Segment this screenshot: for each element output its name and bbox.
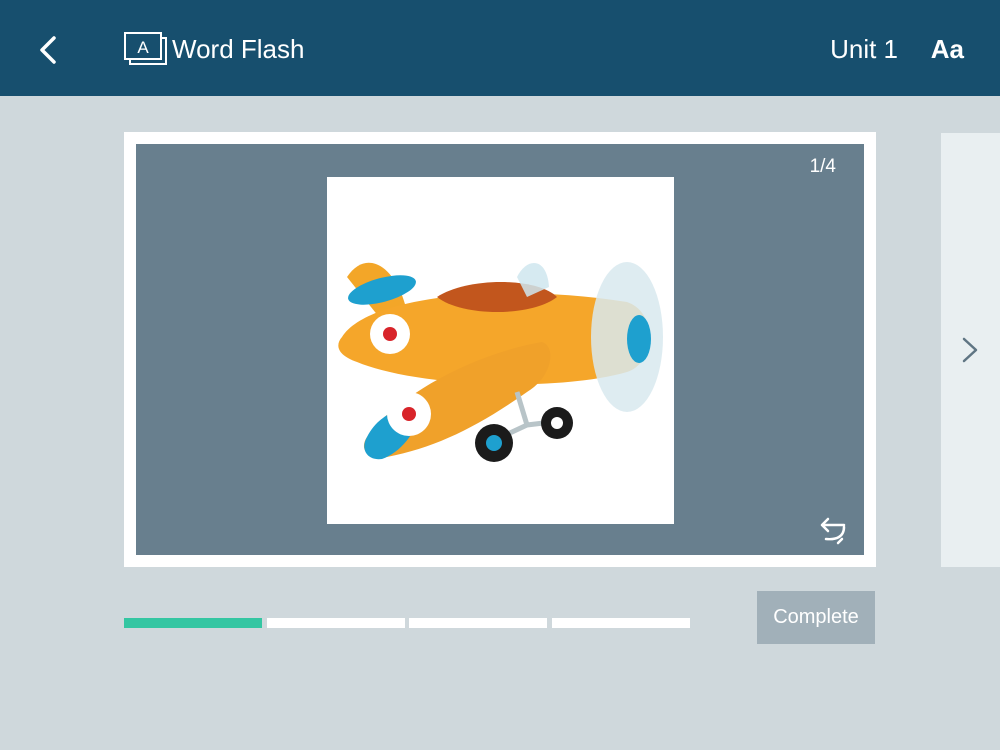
top-bar: A Word Flash Unit 1 Aa (0, 0, 1000, 96)
next-card-preview[interactable] (941, 133, 1000, 567)
flip-card-button[interactable] (816, 513, 850, 545)
unit-label: Unit 1 (830, 34, 898, 64)
progress-segment-4 (552, 618, 690, 628)
font-size-button[interactable]: Aa (931, 30, 964, 68)
progress-segment-1 (124, 618, 262, 628)
chevron-left-icon (40, 36, 56, 64)
complete-button[interactable]: Complete (757, 591, 875, 644)
flashcard-icon: A (124, 32, 167, 65)
svg-text:A: A (137, 38, 149, 57)
flashcard-face: 1/4 (136, 144, 864, 555)
app-title: Word Flash (172, 34, 305, 64)
flip-icon (820, 517, 846, 545)
progress-bar (124, 618, 690, 628)
chevron-right-icon (962, 337, 978, 363)
card-counter: 1/4 (809, 156, 836, 177)
back-button[interactable] (28, 28, 68, 72)
progress-segment-2 (267, 618, 405, 628)
flashcard[interactable]: 1/4 (124, 132, 876, 567)
airplane-illustration (338, 262, 663, 462)
progress-segment-3 (409, 618, 547, 628)
card-image (327, 177, 674, 524)
